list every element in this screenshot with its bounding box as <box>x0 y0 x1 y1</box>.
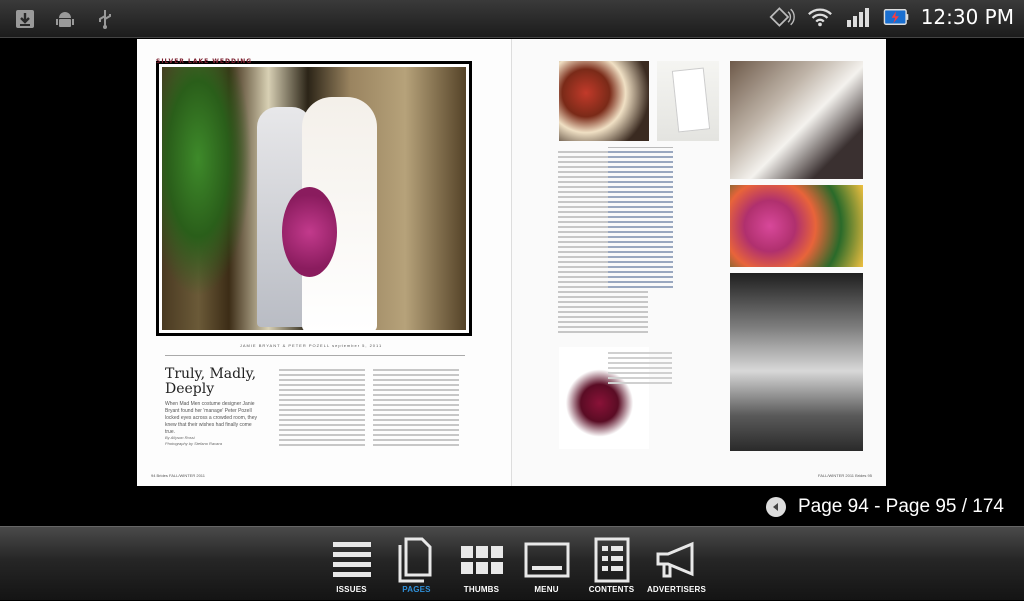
body-column-2 <box>373 369 459 453</box>
nav-issues[interactable]: ISSUES <box>319 527 384 601</box>
contents-icon <box>589 537 635 583</box>
signal-icon <box>845 4 871 30</box>
nav-menu[interactable]: MENU <box>514 527 579 601</box>
couple-dancing-photo <box>730 61 863 179</box>
wifi-icon <box>807 4 833 30</box>
menu-icon <box>524 537 570 583</box>
article-headline: Truly, Madly, Deeply <box>165 366 257 397</box>
menu-card-photo <box>657 61 719 141</box>
vendor-info-box <box>608 147 673 297</box>
magazine-reader[interactable]: SILVER LAKE WEDDING JAMIE BRYANT & PETER… <box>0 39 1024 526</box>
usb-icon[interactable] <box>92 6 118 32</box>
page-indicator: Page 94 - Page 95 / 174 <box>766 496 1004 518</box>
article-dek: When Mad Men costume designer Janie Brya… <box>165 401 257 435</box>
nav-contents[interactable]: CONTENTS <box>579 527 644 601</box>
advertisers-icon <box>654 537 700 583</box>
article-byline: By Allyson Rossi Photography by Stefano … <box>165 435 222 446</box>
photo-credit-line: JAMIE BRYANT & PETER POZELL september 5,… <box>239 343 383 348</box>
nav-thumbs[interactable]: THUMBS <box>449 527 514 601</box>
section-label: SILVER LAKE WEDDING <box>156 58 253 65</box>
wedding-photo <box>156 61 472 336</box>
download-icon[interactable] <box>12 6 38 32</box>
page-number-text: Page 94 - Page 95 / 174 <box>798 496 1004 517</box>
photo-caption <box>608 349 672 399</box>
status-bar: 12:30 PM <box>0 0 1024 38</box>
battery-charging-icon <box>883 4 909 30</box>
clock: 12:30 PM <box>920 5 1014 29</box>
folio-left: 94 Brides FALL/WINTER 2011 <box>151 473 205 478</box>
body-column-1 <box>279 369 365 453</box>
flowers-photo <box>730 185 863 267</box>
bride-walking-photo <box>730 273 863 451</box>
page-94[interactable]: SILVER LAKE WEDDING JAMIE BRYANT & PETER… <box>137 39 511 486</box>
bottom-navigation: ISSUES PAGES THUMBS MENU CONTENTS ADVERT… <box>0 526 1024 600</box>
divider <box>165 355 465 356</box>
android-debug-icon[interactable] <box>52 6 78 32</box>
thumbs-icon <box>459 537 505 583</box>
page-95[interactable]: FALL/WINTER 2011 Brides 95 <box>511 39 886 486</box>
pages-icon <box>394 537 440 583</box>
folio-right: FALL/WINTER 2011 Brides 95 <box>818 473 872 478</box>
magazine-spread[interactable]: SILVER LAKE WEDDING JAMIE BRYANT & PETER… <box>137 39 886 486</box>
gps-icon <box>769 4 795 30</box>
issues-icon <box>329 537 375 583</box>
arrow-left-icon <box>773 503 778 511</box>
nav-pages[interactable]: PAGES <box>384 527 449 601</box>
nav-advertisers[interactable]: ADVERTISERS <box>644 527 709 601</box>
cake-photo <box>559 61 649 141</box>
previous-page-button[interactable] <box>766 497 786 517</box>
